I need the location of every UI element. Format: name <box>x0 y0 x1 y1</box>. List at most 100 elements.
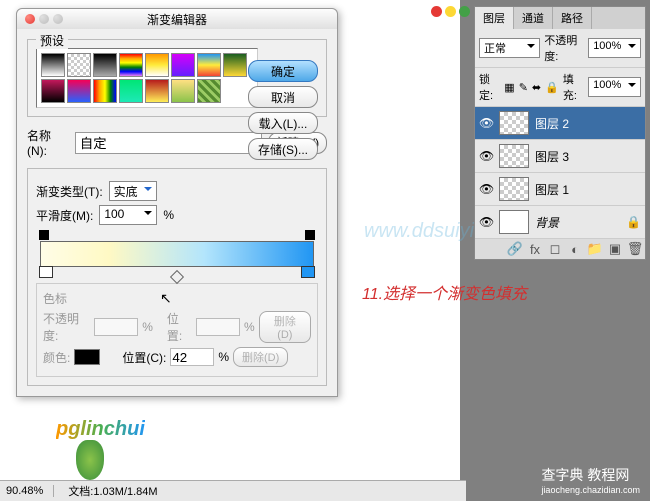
gradient-swatch[interactable] <box>171 53 195 77</box>
zoom-dot-icon[interactable] <box>459 6 470 17</box>
lock-pixels-icon[interactable]: ✎ <box>519 81 528 94</box>
layer-name: 背景 <box>535 214 559 231</box>
preset-label: 预设 <box>36 32 68 49</box>
opacity-label: 不透明度: <box>43 310 90 344</box>
decorative-shape <box>76 440 104 480</box>
tab-channels[interactable]: 通道 <box>514 7 553 29</box>
layer-row[interactable]: 👁 背景 🔒 <box>475 206 645 239</box>
gradient-name-input[interactable] <box>75 132 262 154</box>
layer-name: 图层 1 <box>535 181 569 198</box>
layers-panel: 图层 通道 路径 正常 不透明度: 100% 锁定: ▦ ✎ ⬌ 🔒 填充: 1… <box>474 6 646 260</box>
delete-stop-button: 删除(D) <box>259 311 311 343</box>
gradient-swatch[interactable] <box>41 79 65 103</box>
layer-name: 图层 3 <box>535 148 569 165</box>
adjustment-layer-icon[interactable]: ◐ <box>568 242 582 256</box>
lock-label: 锁定: <box>479 71 500 103</box>
gradient-swatch[interactable] <box>145 53 169 77</box>
gradient-swatch[interactable] <box>67 53 91 77</box>
unit-label: % <box>218 350 229 364</box>
lock-position-icon[interactable]: ⬌ <box>532 81 541 94</box>
layer-row[interactable]: 👁 图层 1 <box>475 173 645 206</box>
visibility-eye-icon[interactable]: 👁 <box>479 149 493 163</box>
delete-layer-icon[interactable]: 🗑 <box>628 242 642 256</box>
gradient-swatch[interactable] <box>197 79 221 103</box>
gradient-swatch[interactable] <box>41 53 65 77</box>
layer-thumbnail[interactable] <box>499 177 529 201</box>
gradient-swatch[interactable] <box>223 53 247 77</box>
save-button[interactable]: 存储(S)... <box>248 138 318 160</box>
lock-icon: 🔒 <box>626 215 641 229</box>
doc-size-value: 1.03M/1.84M <box>93 486 157 498</box>
gradient-swatch[interactable] <box>119 53 143 77</box>
lock-all-icon[interactable]: 🔒 <box>545 81 559 94</box>
tab-paths[interactable]: 路径 <box>553 7 592 29</box>
layer-mask-icon[interactable]: ◻ <box>548 242 562 256</box>
cancel-button[interactable]: 取消 <box>248 86 318 108</box>
color-stop[interactable] <box>301 266 315 278</box>
maximize-icon[interactable] <box>53 14 63 24</box>
gradient-swatch[interactable] <box>93 53 117 77</box>
gradient-swatch[interactable] <box>171 79 195 103</box>
position-label: 位置: <box>167 310 192 344</box>
unit-label: % <box>244 320 255 334</box>
color-label: 颜色: <box>43 349 70 366</box>
layer-row[interactable]: 👁 图层 3 <box>475 140 645 173</box>
visibility-eye-icon[interactable]: 👁 <box>479 116 493 130</box>
name-label: 名称(N): <box>27 127 69 158</box>
gradient-swatch[interactable] <box>145 79 169 103</box>
opacity-stop[interactable] <box>39 230 49 240</box>
opacity-stop[interactable] <box>305 230 315 240</box>
layer-style-icon[interactable]: fx <box>528 242 542 256</box>
percent-label: % <box>163 208 174 222</box>
dialog-title: 渐变编辑器 <box>147 11 207 28</box>
midpoint-position-input[interactable] <box>170 348 214 366</box>
tab-layers[interactable]: 图层 <box>475 7 514 29</box>
minimize-icon[interactable] <box>39 14 49 24</box>
position-c-label: 位置(C): <box>122 349 166 366</box>
preset-grid[interactable] <box>36 48 258 108</box>
gradient-preview-bar[interactable] <box>40 241 314 267</box>
fill-label: 填充: <box>563 71 584 103</box>
unit-label: % <box>142 320 153 334</box>
gradient-swatch[interactable] <box>67 79 91 103</box>
doc-size-label: 文档: <box>68 486 93 498</box>
smoothness-input[interactable]: 100 <box>99 205 157 225</box>
layer-group-icon[interactable]: 📁 <box>588 242 602 256</box>
blend-mode-select[interactable]: 正常 <box>479 38 540 58</box>
layer-opacity-label: 不透明度: <box>544 32 584 64</box>
visibility-eye-icon[interactable]: 👁 <box>479 215 493 229</box>
layer-thumbnail[interactable] <box>499 210 529 234</box>
annotation-text: 11.选择一个渐变色填充 <box>362 280 527 304</box>
decorative-logo: pglinchui <box>56 418 145 441</box>
midpoint-diamond-icon[interactable] <box>169 270 183 284</box>
layer-opacity-input[interactable]: 100% <box>588 38 641 58</box>
stops-heading: 色标 <box>43 292 67 306</box>
ok-button[interactable]: 确定 <box>248 60 318 82</box>
gradient-swatch[interactable] <box>119 79 143 103</box>
minimize-dot-icon[interactable] <box>445 6 456 17</box>
layer-row[interactable]: 👁 图层 2 <box>475 107 645 140</box>
gradient-editor-dialog: 渐变编辑器 预设 确定 <box>16 8 338 397</box>
gradient-type-select[interactable]: 实底 <box>109 181 157 201</box>
smoothness-label: 平滑度(M): <box>36 207 93 224</box>
layer-name: 图层 2 <box>535 115 569 132</box>
stop-opacity-input <box>94 318 138 336</box>
layer-thumbnail[interactable] <box>499 111 529 135</box>
delete-stop-button: 删除(D) <box>233 347 288 367</box>
zoom-level[interactable]: 90.48% <box>6 485 54 497</box>
link-layers-icon[interactable]: 🔗 <box>508 242 522 256</box>
close-dot-icon[interactable] <box>431 6 442 17</box>
close-icon[interactable] <box>25 14 35 24</box>
color-stop[interactable] <box>39 266 53 278</box>
layer-fill-input[interactable]: 100% <box>588 77 641 97</box>
gradient-swatch[interactable] <box>197 53 221 77</box>
load-button[interactable]: 载入(L)... <box>248 112 318 134</box>
gradient-swatch[interactable] <box>93 79 117 103</box>
lock-transparency-icon[interactable]: ▦ <box>504 81 514 94</box>
visibility-eye-icon[interactable]: 👁 <box>479 182 493 196</box>
new-layer-icon[interactable]: ▣ <box>608 242 622 256</box>
status-bar: 90.48% 文档:1.03M/1.84M <box>0 480 466 501</box>
color-well <box>74 349 100 365</box>
dialog-titlebar[interactable]: 渐变编辑器 <box>17 9 337 29</box>
layer-thumbnail[interactable] <box>499 144 529 168</box>
